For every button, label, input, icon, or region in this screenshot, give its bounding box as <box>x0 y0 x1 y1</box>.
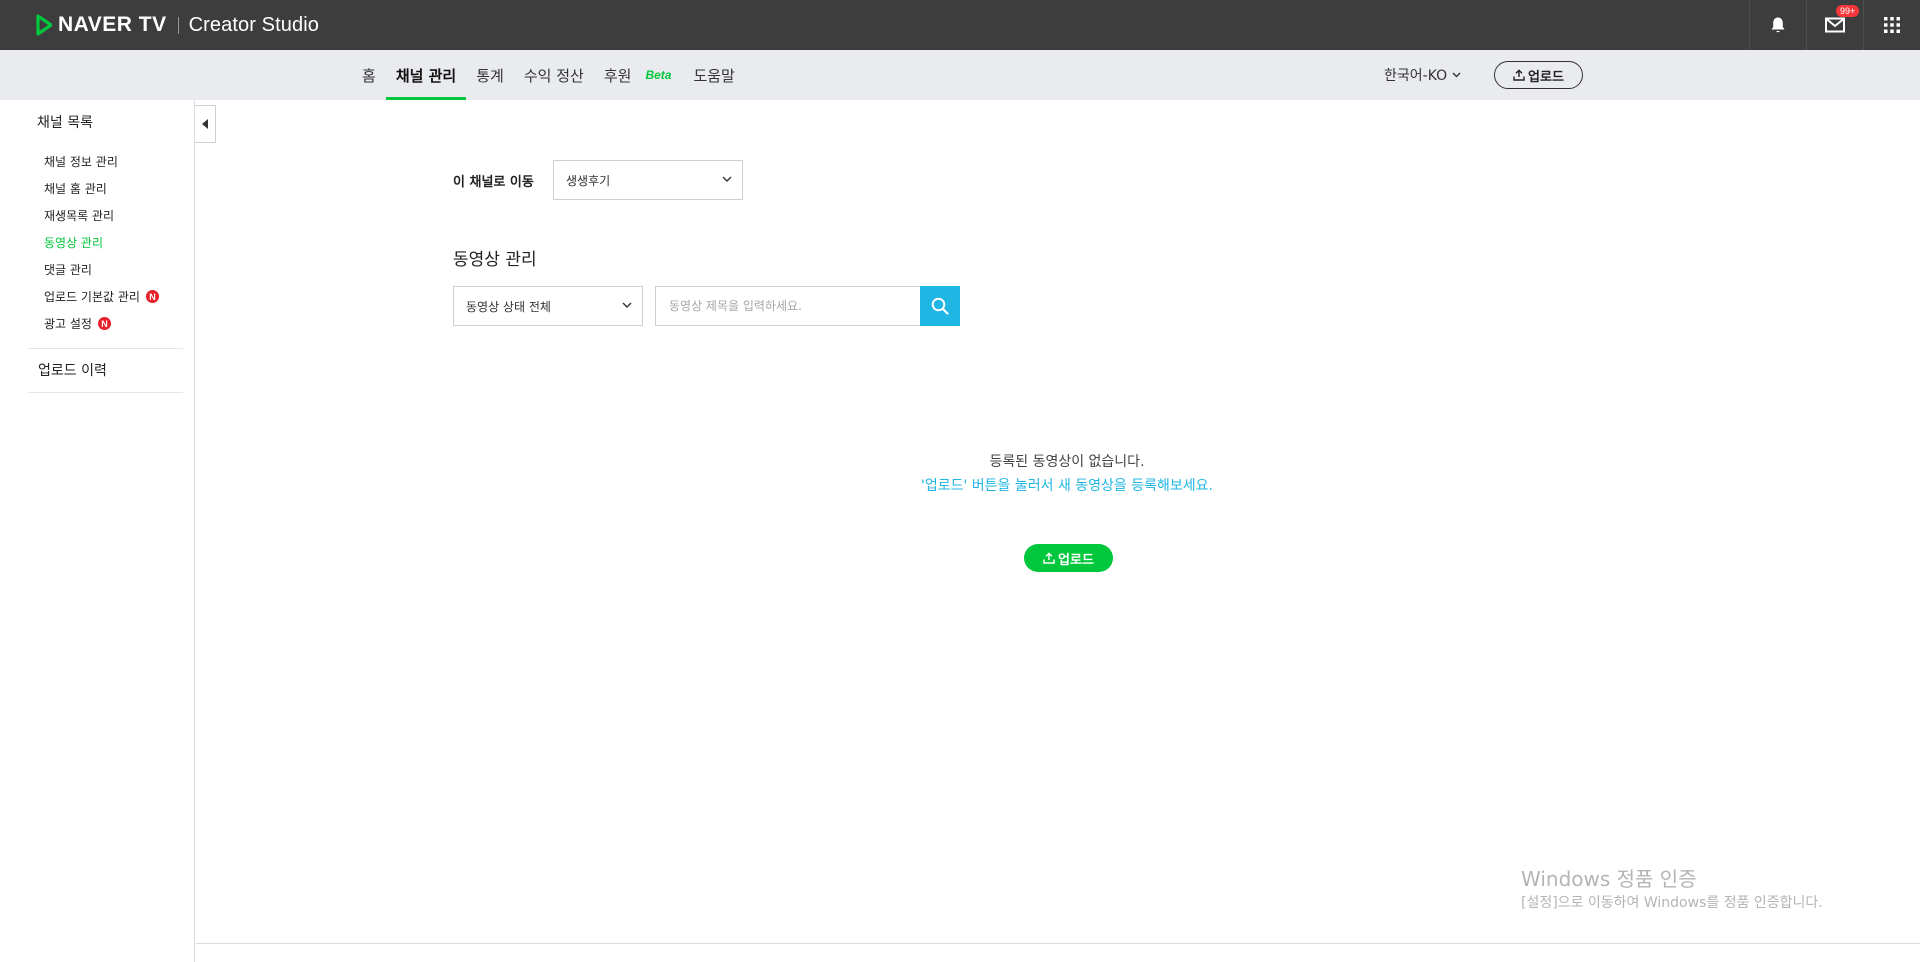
channel-select[interactable]: 생생후기 <box>553 160 743 200</box>
upload-button-label: 업로드 <box>1058 552 1094 568</box>
chevron-down-icon <box>622 302 632 308</box>
new-badge: N <box>97 317 111 330</box>
brand-logo[interactable]: NAVER TV Creator Studio <box>36 9 319 41</box>
mail-icon <box>1825 17 1845 33</box>
sidebar-item-upload-defaults[interactable]: 업로드 기본값 관리 N <box>44 283 159 310</box>
video-search-input[interactable] <box>655 286 921 326</box>
header-upload-button[interactable]: 업로드 <box>1494 61 1583 89</box>
tab-statistics[interactable]: 통계 <box>466 50 514 100</box>
language-label: 한국어-KO <box>1384 68 1448 84</box>
page-title: 동영상 관리 <box>453 250 537 270</box>
notifications-button[interactable] <box>1749 0 1806 50</box>
tab-donation-label: 후원 <box>603 66 632 85</box>
tab-home[interactable]: 홈 <box>352 50 386 100</box>
footer-divider <box>196 943 1920 944</box>
studio-name: Creator Studio <box>188 13 319 36</box>
empty-state-message: 등록된 동영상이 없습니다. <box>989 454 1145 470</box>
empty-state-hint: '업로드' 버튼을 눌러서 새 동영상을 등록해보세요. <box>921 478 1213 494</box>
bell-icon <box>1771 17 1785 33</box>
sidebar-item-ad-settings[interactable]: 광고 설정 N <box>44 310 159 337</box>
beta-badge: Beta <box>645 68 672 82</box>
nav-tabs: 홈 채널 관리 통계 수익 정산 후원 Beta 도움말 <box>352 50 745 100</box>
sidebar-menu: 채널 정보 관리 채널 홈 관리 재생목록 관리 동영상 관리 댓글 관리 업로… <box>44 148 159 337</box>
sidebar-channel-list[interactable]: 채널 목록 <box>37 112 93 132</box>
header-upload-label: 업로드 <box>1528 69 1564 85</box>
watermark-subtitle: [설정]으로 이동하여 Windows를 정품 인증합니다. <box>1521 895 1823 911</box>
sidebar-item-channel-home[interactable]: 채널 홈 관리 <box>44 175 159 202</box>
sidebar-item-videos[interactable]: 동영상 관리 <box>44 229 159 256</box>
apps-grid-icon <box>1884 17 1900 33</box>
main-nav: 홈 채널 관리 통계 수익 정산 후원 Beta 도움말 한국어-KO <box>0 50 1920 100</box>
sidebar-item-playlists[interactable]: 재생목록 관리 <box>44 202 159 229</box>
sidebar-item-comments[interactable]: 댓글 관리 <box>44 256 159 283</box>
top-right-actions: 99+ <box>1749 0 1920 50</box>
sidebar-upload-history[interactable]: 업로드 이력 <box>38 360 107 380</box>
apps-menu-button[interactable] <box>1863 0 1920 50</box>
mail-count-badge: 99+ <box>1836 5 1860 17</box>
tab-donation[interactable]: 후원 Beta <box>594 50 684 100</box>
status-select-value: 동영상 상태 전체 <box>466 299 551 314</box>
channel-select-value: 생생후기 <box>566 173 611 188</box>
sidebar-divider <box>28 348 183 349</box>
tab-channel-management[interactable]: 채널 관리 <box>385 50 467 100</box>
brand-name: NAVER TV <box>58 13 167 36</box>
search-icon <box>931 297 949 315</box>
collapse-arrow-icon <box>202 119 208 129</box>
chevron-down-icon <box>722 176 732 182</box>
language-select[interactable]: 한국어-KO <box>1384 50 1461 100</box>
windows-activation-watermark: Windows 정품 인증 [설정]으로 이동하여 Windows를 정품 인증… <box>1521 866 1823 913</box>
video-status-select[interactable]: 동영상 상태 전체 <box>453 286 643 326</box>
brand-divider <box>177 16 179 34</box>
sidebar: 채널 목록 채널 정보 관리 채널 홈 관리 재생목록 관리 동영상 관리 댓글… <box>0 100 195 962</box>
top-bar: NAVER TV Creator Studio 99+ <box>0 0 1920 50</box>
sidebar-item-channel-info[interactable]: 채널 정보 관리 <box>44 148 159 175</box>
play-logo-icon <box>36 14 52 36</box>
sidebar-item-label: 광고 설정 <box>44 317 92 331</box>
tab-help[interactable]: 도움말 <box>683 50 744 100</box>
chevron-down-icon <box>1452 72 1461 78</box>
upload-icon <box>1043 552 1055 564</box>
sidebar-divider <box>28 392 183 393</box>
upload-icon <box>1513 69 1525 81</box>
move-channel-label: 이 채널로 이동 <box>453 175 534 190</box>
sidebar-collapse-button[interactable] <box>195 105 216 143</box>
upload-button[interactable]: 업로드 <box>1024 544 1113 572</box>
sidebar-item-label: 업로드 기본값 관리 <box>44 290 140 304</box>
new-badge: N <box>145 290 159 303</box>
watermark-title: Windows 정품 인증 <box>1521 867 1697 891</box>
search-button[interactable] <box>920 286 960 326</box>
messages-button[interactable]: 99+ <box>1806 0 1863 50</box>
tab-revenue[interactable]: 수익 정산 <box>514 50 594 100</box>
